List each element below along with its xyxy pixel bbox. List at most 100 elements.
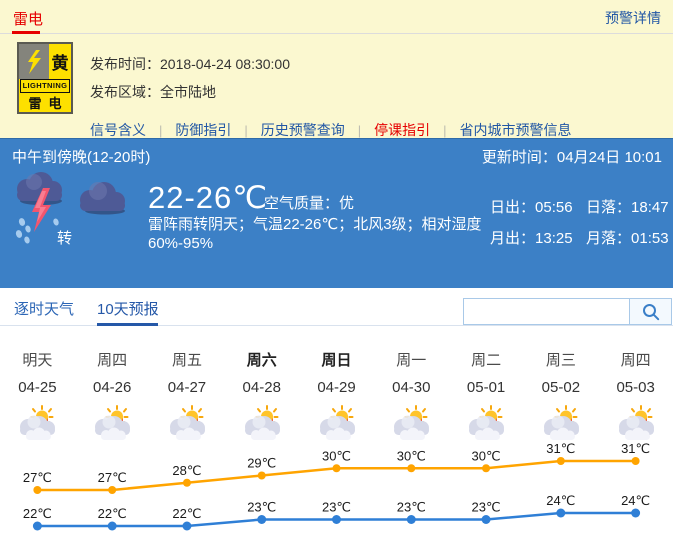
tab-ten-day-forecast[interactable]: 10天预报 (97, 298, 159, 319)
moonset-time: 月落：01:53 (586, 227, 669, 248)
partly-cloudy-icon (240, 405, 284, 441)
sunset-time: 日落：18:47 (586, 196, 669, 217)
warning-word-label: LIGHTNING (20, 79, 70, 93)
moonrise-time: 月出：13:25 (490, 227, 586, 248)
chart-point-label: 30℃ (472, 448, 501, 463)
forecast-tab-bar: 逐时天气 10天预报 (0, 288, 673, 326)
link-separator: | (159, 123, 162, 138)
forecast-day-column[interactable]: 周一 04-30 (374, 349, 449, 441)
day-label: 周四 (621, 349, 651, 370)
day-label: 周二 (471, 349, 501, 370)
issue-time-label: 发布时间： (90, 56, 160, 72)
forecast-day-column[interactable]: 周四 05-03 (598, 349, 673, 441)
forecast-day-column[interactable]: 周六 04-28 (224, 349, 299, 441)
forecast-day-column[interactable]: 周五 04-27 (150, 349, 225, 441)
alert-details-link[interactable]: 预警详情 (605, 8, 661, 28)
active-tab-underline (97, 323, 158, 326)
chart-point-label: 24℃ (546, 493, 575, 508)
transition-text: 转 (57, 227, 72, 248)
tab-hourly-weather[interactable]: 逐时天气 (14, 298, 74, 319)
issue-area-label: 发布区域： (90, 84, 160, 100)
chart-point (258, 472, 266, 480)
chart-point-label: 30℃ (397, 448, 426, 463)
chart-point-label: 24℃ (621, 493, 650, 508)
tab-lightning-alert[interactable]: 雷电 (13, 8, 43, 29)
chart-point (557, 457, 565, 465)
forecast-section: 逐时天气 10天预报 明天 04-25 (0, 288, 673, 546)
chart-point (108, 522, 117, 531)
chart-point (257, 515, 266, 524)
temperature-range: 22-26℃ (148, 180, 268, 216)
date-label: 04-30 (392, 379, 430, 396)
chart-point (482, 515, 491, 524)
search-button[interactable] (630, 298, 672, 325)
alert-info: 发布时间：2018-04-24 08:30:00 发布区域：全市陆地 (90, 50, 290, 106)
chart-point-label: 28℃ (172, 463, 201, 478)
partly-cloudy-icon (614, 405, 658, 441)
date-label: 04-26 (93, 379, 131, 396)
lightning-warning-badge: 黄 LIGHTNING 雷电 (17, 42, 73, 114)
chart-point (407, 464, 415, 472)
partly-cloudy-icon (464, 405, 508, 441)
chart-point-label: 31℃ (546, 441, 575, 456)
chart-point-label: 23℃ (397, 500, 426, 515)
chart-point (556, 509, 565, 518)
warning-type-label: 雷电 (19, 93, 71, 112)
current-conditions-panel: 中午到傍晚(12-20时) 更新时间：04月24日 10:01 转 22-26℃… (0, 138, 673, 288)
chart-point (332, 515, 341, 524)
forecast-day-column[interactable]: 周三 05-02 (523, 349, 598, 441)
day-label: 周三 (546, 349, 576, 370)
day-label: 周四 (97, 349, 127, 370)
date-label: 04-28 (243, 379, 281, 396)
link-separator: | (358, 123, 361, 138)
warning-level-char: 黄 (49, 44, 71, 79)
issue-time-value: 2018-04-24 08:30:00 (160, 56, 290, 72)
date-label: 04-25 (18, 379, 56, 396)
chart-point (632, 457, 640, 465)
day-label: 周日 (322, 349, 352, 370)
alert-header: 雷电 预警详情 黄 LIGHTNING 雷电 发布时间：2018-04-24 0… (0, 0, 673, 138)
partly-cloudy-icon (539, 405, 583, 441)
chart-point (333, 464, 341, 472)
chart-point (482, 464, 490, 472)
chart-series-low: 22℃ 22℃ 22℃ 23℃ 23℃ 23℃ 23℃ 24℃ 24℃ (23, 493, 650, 531)
sunrise-time: 日出：05:56 (490, 196, 586, 217)
chart-point (631, 509, 640, 518)
chart-point-label: 30℃ (322, 448, 351, 463)
day-label: 明天 (22, 349, 52, 370)
chart-point-label: 22℃ (23, 506, 52, 521)
temp-chart: 27℃27℃28℃29℃30℃30℃30℃31℃31℃22℃22℃22℃23℃2… (0, 445, 673, 546)
chart-point-label: 27℃ (98, 470, 127, 485)
day-label: 周六 (247, 349, 277, 370)
forecast-day-column[interactable]: 周二 05-01 (449, 349, 524, 441)
link-separator: | (443, 123, 446, 138)
chart-point-label: 27℃ (23, 470, 52, 485)
alert-body: 黄 LIGHTNING 雷电 发布时间：2018-04-24 08:30:00 … (0, 34, 673, 137)
forecast-period-title: 中午到傍晚(12-20时) (12, 146, 150, 167)
forecast-days: 明天 04-25 周四 04-26 (0, 349, 673, 441)
chart-point (407, 515, 416, 524)
forecast-day-column[interactable]: 周日 04-29 (299, 349, 374, 441)
lightning-bolt-icon (19, 44, 49, 79)
link-separator: | (244, 123, 247, 138)
partly-cloudy-icon (15, 405, 59, 441)
chart-point (108, 486, 116, 494)
chart-point (183, 479, 191, 487)
date-label: 04-27 (168, 379, 206, 396)
search-input[interactable] (463, 298, 630, 325)
issue-area-value: 全市陆地 (160, 84, 216, 100)
chart-point-label: 23℃ (247, 500, 276, 515)
forecast-day-column[interactable]: 周四 04-26 (75, 349, 150, 441)
search-icon (641, 302, 661, 322)
partly-cloudy-icon (389, 405, 433, 441)
chart-point-label: 22℃ (172, 506, 201, 521)
day-label: 周五 (172, 349, 202, 370)
chart-point-label: 22℃ (98, 506, 127, 521)
overcast-cloud-icon (76, 177, 128, 217)
chart-point-label: 23℃ (472, 500, 501, 515)
forecast-day-column[interactable]: 明天 04-25 (0, 349, 75, 441)
chart-point-label: 23℃ (322, 500, 351, 515)
day-label: 周一 (396, 349, 426, 370)
date-label: 04-29 (317, 379, 355, 396)
chart-point (33, 486, 41, 494)
